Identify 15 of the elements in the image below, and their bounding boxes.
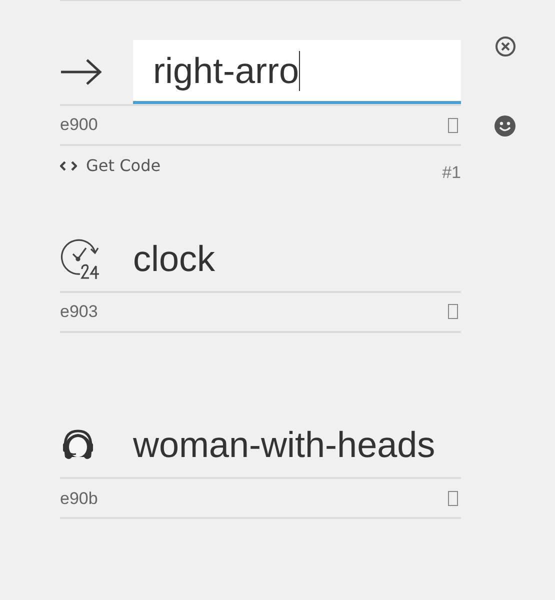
right-arrow-icon <box>60 58 102 86</box>
missing-glyph-icon <box>448 490 458 506</box>
glyph-code: e90b <box>60 488 98 510</box>
glyph-index: #1 <box>442 162 461 184</box>
smiley-icon[interactable] <box>494 115 516 137</box>
close-icon[interactable] <box>494 36 516 57</box>
clock-icon <box>60 238 102 280</box>
get-code-link[interactable]: Get Code <box>60 154 161 178</box>
missing-glyph-icon <box>448 304 458 320</box>
glyph-name-field[interactable]: clock <box>133 226 461 291</box>
glyph-name-field[interactable]: right-arro <box>133 40 461 104</box>
missing-glyph-icon <box>448 118 458 132</box>
glyph-code: e900 <box>60 114 98 136</box>
glyph-code: e903 <box>60 300 98 323</box>
code-icon <box>60 161 77 171</box>
